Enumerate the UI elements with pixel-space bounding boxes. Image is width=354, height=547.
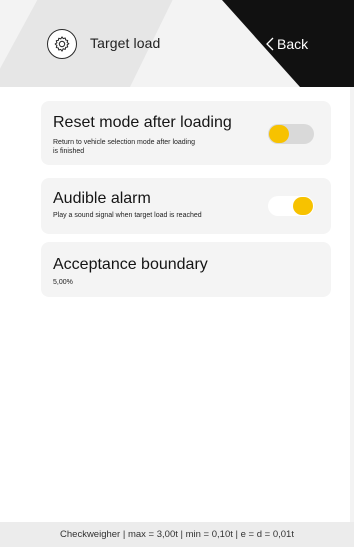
- acceptance-boundary-value: 5,00%: [53, 279, 73, 286]
- chevron-left-icon: [266, 37, 274, 51]
- setting-title-reset-mode: Reset mode after loading: [53, 114, 232, 131]
- status-footer: Checkweigher | max = 3,00t | min = 0,10t…: [0, 522, 354, 547]
- reset-mode-toggle[interactable]: [268, 124, 314, 144]
- setting-description-audible-alarm: Play a sound signal when target load is …: [53, 212, 202, 219]
- scale-status-text: Checkweigher | max = 3,00t | min = 0,10t…: [60, 529, 294, 540]
- scrollbar-track[interactable]: [350, 87, 354, 547]
- toggle-knob: [293, 197, 313, 215]
- header-bar: Target load Back: [0, 0, 354, 87]
- setting-card-acceptance-boundary[interactable]: Acceptance boundary 5,00%: [41, 242, 331, 297]
- setting-card-reset-mode: Reset mode after loading Return to vehic…: [41, 101, 331, 165]
- gear-icon: [54, 36, 70, 52]
- setting-description-reset-mode: Return to vehicle selection mode after l…: [53, 138, 195, 156]
- toggle-knob: [269, 125, 289, 143]
- setting-description-line2: is finished: [53, 148, 85, 155]
- settings-button[interactable]: [47, 29, 77, 59]
- setting-card-audible-alarm: Audible alarm Play a sound signal when t…: [41, 178, 331, 234]
- setting-description-line1: Return to vehicle selection mode after l…: [53, 139, 196, 146]
- audible-alarm-toggle[interactable]: [268, 196, 314, 216]
- setting-title-audible-alarm: Audible alarm: [53, 190, 151, 207]
- setting-title-acceptance-boundary: Acceptance boundary: [53, 256, 208, 273]
- back-button-label: Back: [277, 36, 309, 52]
- back-button[interactable]: Back: [266, 33, 308, 55]
- page-title: Target load: [90, 35, 161, 51]
